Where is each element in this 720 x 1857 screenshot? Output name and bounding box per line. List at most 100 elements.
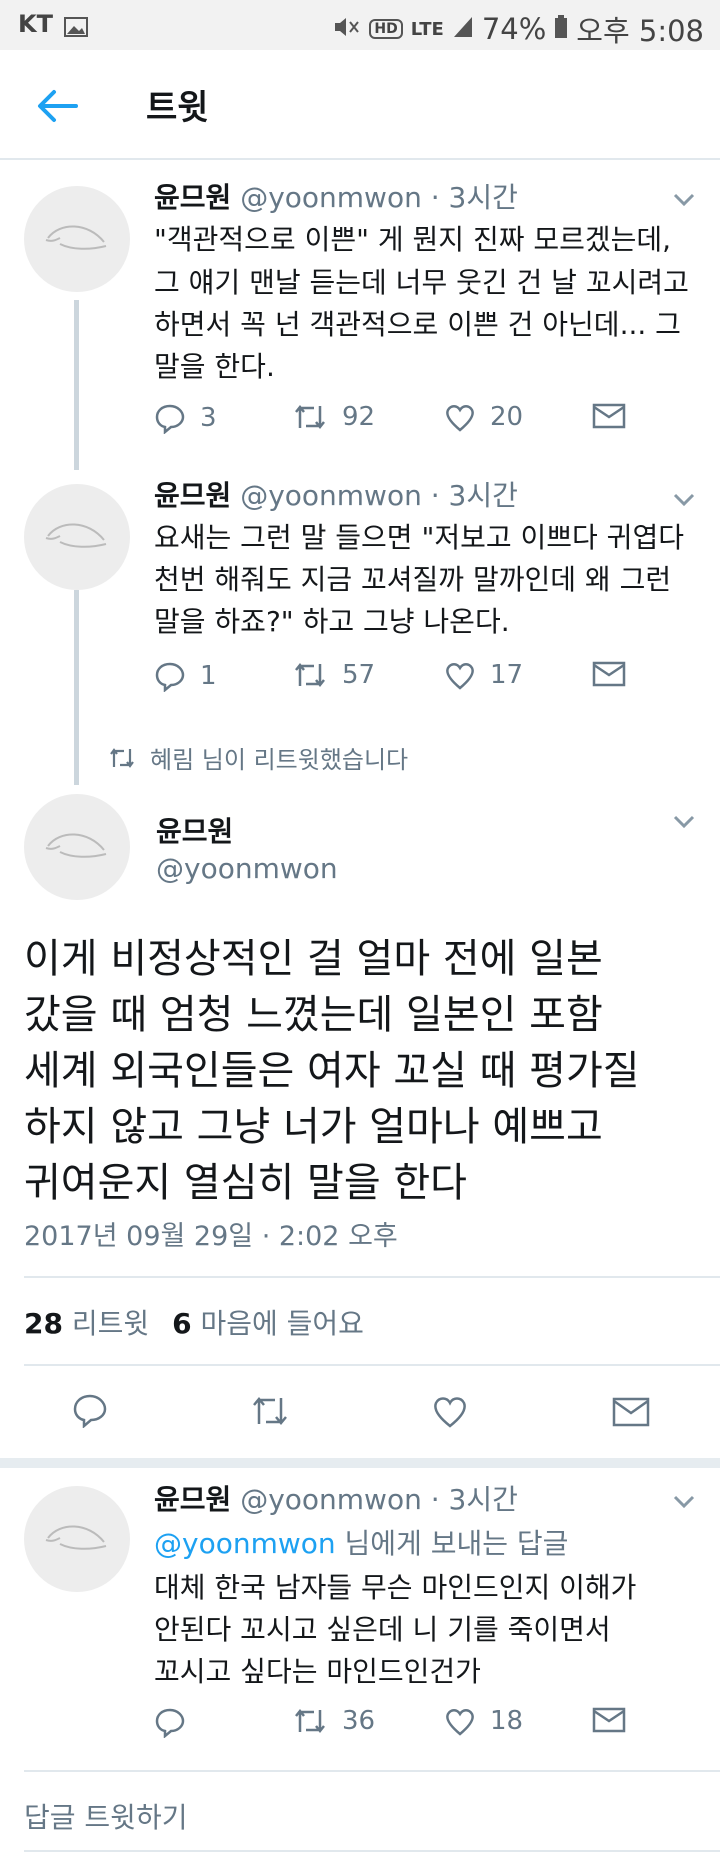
- reply-button[interactable]: [72, 1392, 108, 1432]
- status-bar: KT HD LTE 74% 오후 5:08: [0, 0, 720, 50]
- tweet-text-line: 그 얘기 맨날 듣는데 너무 웃긴 건 날 꼬시려고: [154, 266, 689, 299]
- retweet-button[interactable]: 57: [292, 660, 375, 690]
- chevron-down-icon[interactable]: [672, 192, 696, 208]
- battery-icon: [554, 12, 568, 46]
- retweet-notice-text: 혜림 님이 리트윗했습니다: [150, 746, 409, 774]
- tweet-header: 윤므원 @yoonmwon · 3시간: [154, 479, 518, 512]
- user-handle[interactable]: @yoonmwon: [240, 1483, 422, 1516]
- avatar-sketch-icon: [45, 523, 107, 548]
- reply-count: 1: [200, 661, 217, 691]
- section-divider: [0, 1458, 720, 1468]
- like-count: 17: [490, 660, 524, 690]
- user-name[interactable]: 윤므원: [154, 1483, 231, 1516]
- mail-icon: [592, 403, 626, 429]
- tweet-text-line: 요새는 그런 말 들으면 "저보고 이쁘다 귀엽다: [154, 521, 684, 554]
- signal-icon: [452, 12, 474, 46]
- user-handle[interactable]: @yoonmwon: [156, 852, 338, 885]
- gallery-icon: [64, 12, 88, 45]
- avatar-sketch-icon: [45, 833, 107, 858]
- battery-percent: 74%: [481, 12, 547, 46]
- dm-button[interactable]: [592, 660, 626, 688]
- avatar[interactable]: [24, 794, 130, 900]
- user-name[interactable]: 윤므원: [156, 810, 233, 850]
- clock: 오후 5:08: [576, 14, 704, 48]
- dm-button[interactable]: [592, 1706, 626, 1734]
- chevron-down-icon[interactable]: [672, 814, 696, 830]
- user-handle[interactable]: @yoonmwon: [240, 479, 422, 512]
- network-label: LTE: [410, 18, 444, 40]
- mute-icon: [333, 12, 361, 46]
- divider: [24, 1276, 720, 1278]
- tweet-text-line: "객관적으로 이쁜" 게 뭔지 진짜 모르겠는데,: [154, 223, 672, 256]
- like-button[interactable]: 17: [444, 660, 523, 690]
- chevron-down-icon[interactable]: [672, 1494, 696, 1510]
- like-button[interactable]: 20: [444, 402, 523, 432]
- reply-icon: [155, 662, 185, 692]
- hd-icon: HD: [369, 19, 403, 39]
- like-count: 18: [490, 1706, 524, 1736]
- like-count: 20: [490, 402, 524, 432]
- user-name[interactable]: 윤므원: [154, 181, 231, 214]
- retweet-icon: [295, 404, 325, 430]
- reply-icon: [73, 1394, 107, 1429]
- main-tweet-text-line: 세계 외국인들은 여자 꼬실 때 평가질: [24, 1048, 640, 1094]
- reply-to-line: @yoonmwon 님에게 보내는 답글: [154, 1524, 568, 1564]
- reply-to-suffix: 님에게 보내는 답글: [344, 1527, 569, 1560]
- tweet-text-line: 대체 한국 남자들 무슨 마인드인지 이해가: [154, 1571, 637, 1604]
- retweet-notice: 혜림 님이 리트윗했습니다: [108, 740, 408, 775]
- retweet-button[interactable]: [250, 1394, 290, 1432]
- back-arrow-icon[interactable]: [36, 86, 78, 126]
- retweet-total[interactable]: 28: [24, 1307, 63, 1340]
- reply-button[interactable]: 3: [154, 402, 217, 434]
- tweet-header: 윤므원 @yoonmwon · 3시간: [154, 181, 518, 214]
- user-name[interactable]: 윤므원: [154, 479, 231, 512]
- avatar-sketch-icon: [45, 225, 107, 250]
- retweet-count: 57: [342, 660, 376, 690]
- retweet-button[interactable]: 36: [292, 1706, 375, 1736]
- page-title: 트윗: [146, 88, 209, 128]
- dm-button[interactable]: [592, 402, 626, 430]
- heart-icon: [434, 1397, 466, 1428]
- retweet-icon: [295, 1708, 325, 1734]
- retweet-total-label[interactable]: 리트윗: [72, 1307, 149, 1340]
- reply-button[interactable]: [154, 1706, 186, 1738]
- retweet-small-icon: [110, 747, 134, 768]
- avatar-sketch-icon: [45, 1525, 107, 1550]
- main-tweet-text-line: 이게 비정상적인 걸 얼마 전에 일본: [24, 936, 603, 982]
- tweet-text-line: 하면서 꼭 넌 객관적으로 이쁜 건 아닌데... 그: [154, 308, 681, 341]
- dm-button[interactable]: [612, 1396, 650, 1432]
- like-button[interactable]: [432, 1394, 468, 1432]
- carrier-label: KT: [18, 10, 53, 38]
- tweet-time: 3시간: [448, 181, 518, 214]
- reply-icon: [155, 404, 185, 434]
- avatar[interactable]: [24, 1486, 130, 1592]
- retweet-count: 36: [342, 1706, 376, 1736]
- mail-icon: [612, 1397, 650, 1427]
- like-total-label[interactable]: 마음에 들어요: [200, 1307, 363, 1340]
- tweet-stats: 28 리트윗 6 마음에 들어요: [24, 1302, 364, 1342]
- avatar[interactable]: [24, 186, 130, 292]
- retweet-count: 92: [342, 402, 376, 432]
- like-button[interactable]: 18: [444, 1706, 523, 1736]
- user-handle[interactable]: @yoonmwon: [240, 181, 422, 214]
- divider: [24, 1364, 720, 1366]
- tweet-text-line: 안된다 꼬시고 싶은데 니 기를 죽이면서: [154, 1613, 611, 1646]
- reply-compose-input[interactable]: 답글 트윗하기: [24, 1794, 696, 1842]
- heart-icon: [446, 663, 474, 690]
- reply-button[interactable]: 1: [154, 660, 217, 692]
- chevron-down-icon[interactable]: [672, 492, 696, 508]
- main-tweet-text-line: 갔을 때 엄청 느꼈는데 일본인 포함: [24, 992, 603, 1038]
- tweet-time: 3시간: [448, 479, 518, 512]
- like-total[interactable]: 6: [172, 1307, 191, 1340]
- retweet-icon: [295, 662, 325, 688]
- main-tweet-text-line: 귀여운지 열심히 말을 한다: [24, 1160, 467, 1206]
- tweet-timestamp: 2017년 09월 29일 · 2:02 오후: [24, 1221, 398, 1252]
- app-header: 트윗: [0, 50, 720, 160]
- main-tweet-text-line: 하지 않고 그냥 너가 얼마나 예쁘고: [24, 1104, 603, 1150]
- reply-to-handle[interactable]: @yoonmwon: [154, 1527, 336, 1560]
- tweet-text-line: 꼬시고 싶다는 마인드인건가: [154, 1655, 481, 1688]
- avatar[interactable]: [24, 484, 130, 590]
- tweet-header: 윤므원 @yoonmwon · 3시간: [154, 1483, 518, 1516]
- thread-line: [74, 590, 79, 785]
- retweet-button[interactable]: 92: [292, 402, 375, 432]
